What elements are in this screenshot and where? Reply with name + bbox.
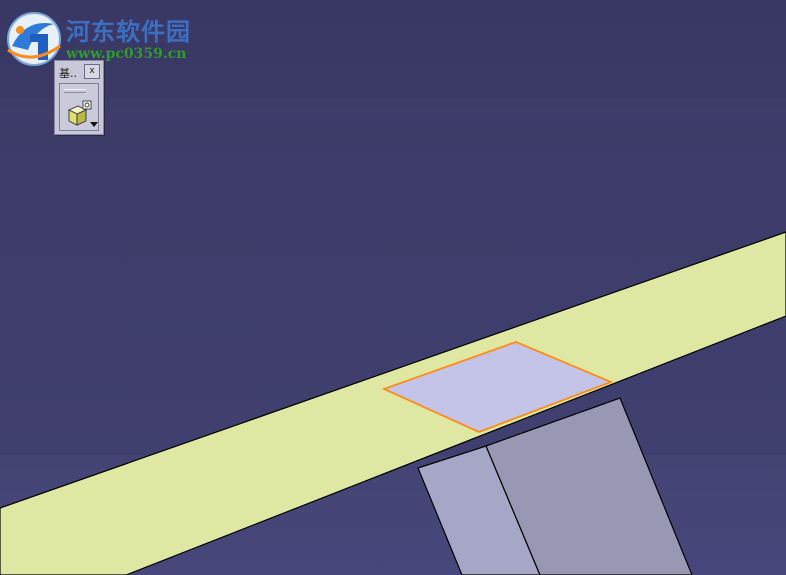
3d-viewport[interactable] (0, 0, 786, 575)
toolbar-body (59, 83, 99, 131)
watermark: 河东软件园 www.pc0359.cn (4, 10, 204, 68)
dropdown-arrow-icon[interactable] (90, 122, 98, 128)
toolbar-close-button[interactable]: x (84, 64, 100, 79)
toolbar-title: 基.. (59, 67, 77, 80)
floating-toolbar[interactable]: 基.. x (54, 60, 104, 135)
toolbar-grip[interactable] (64, 89, 86, 93)
site-name: 河东软件园 (66, 17, 191, 46)
toolbar-title-bar[interactable]: 基.. x (57, 63, 101, 81)
